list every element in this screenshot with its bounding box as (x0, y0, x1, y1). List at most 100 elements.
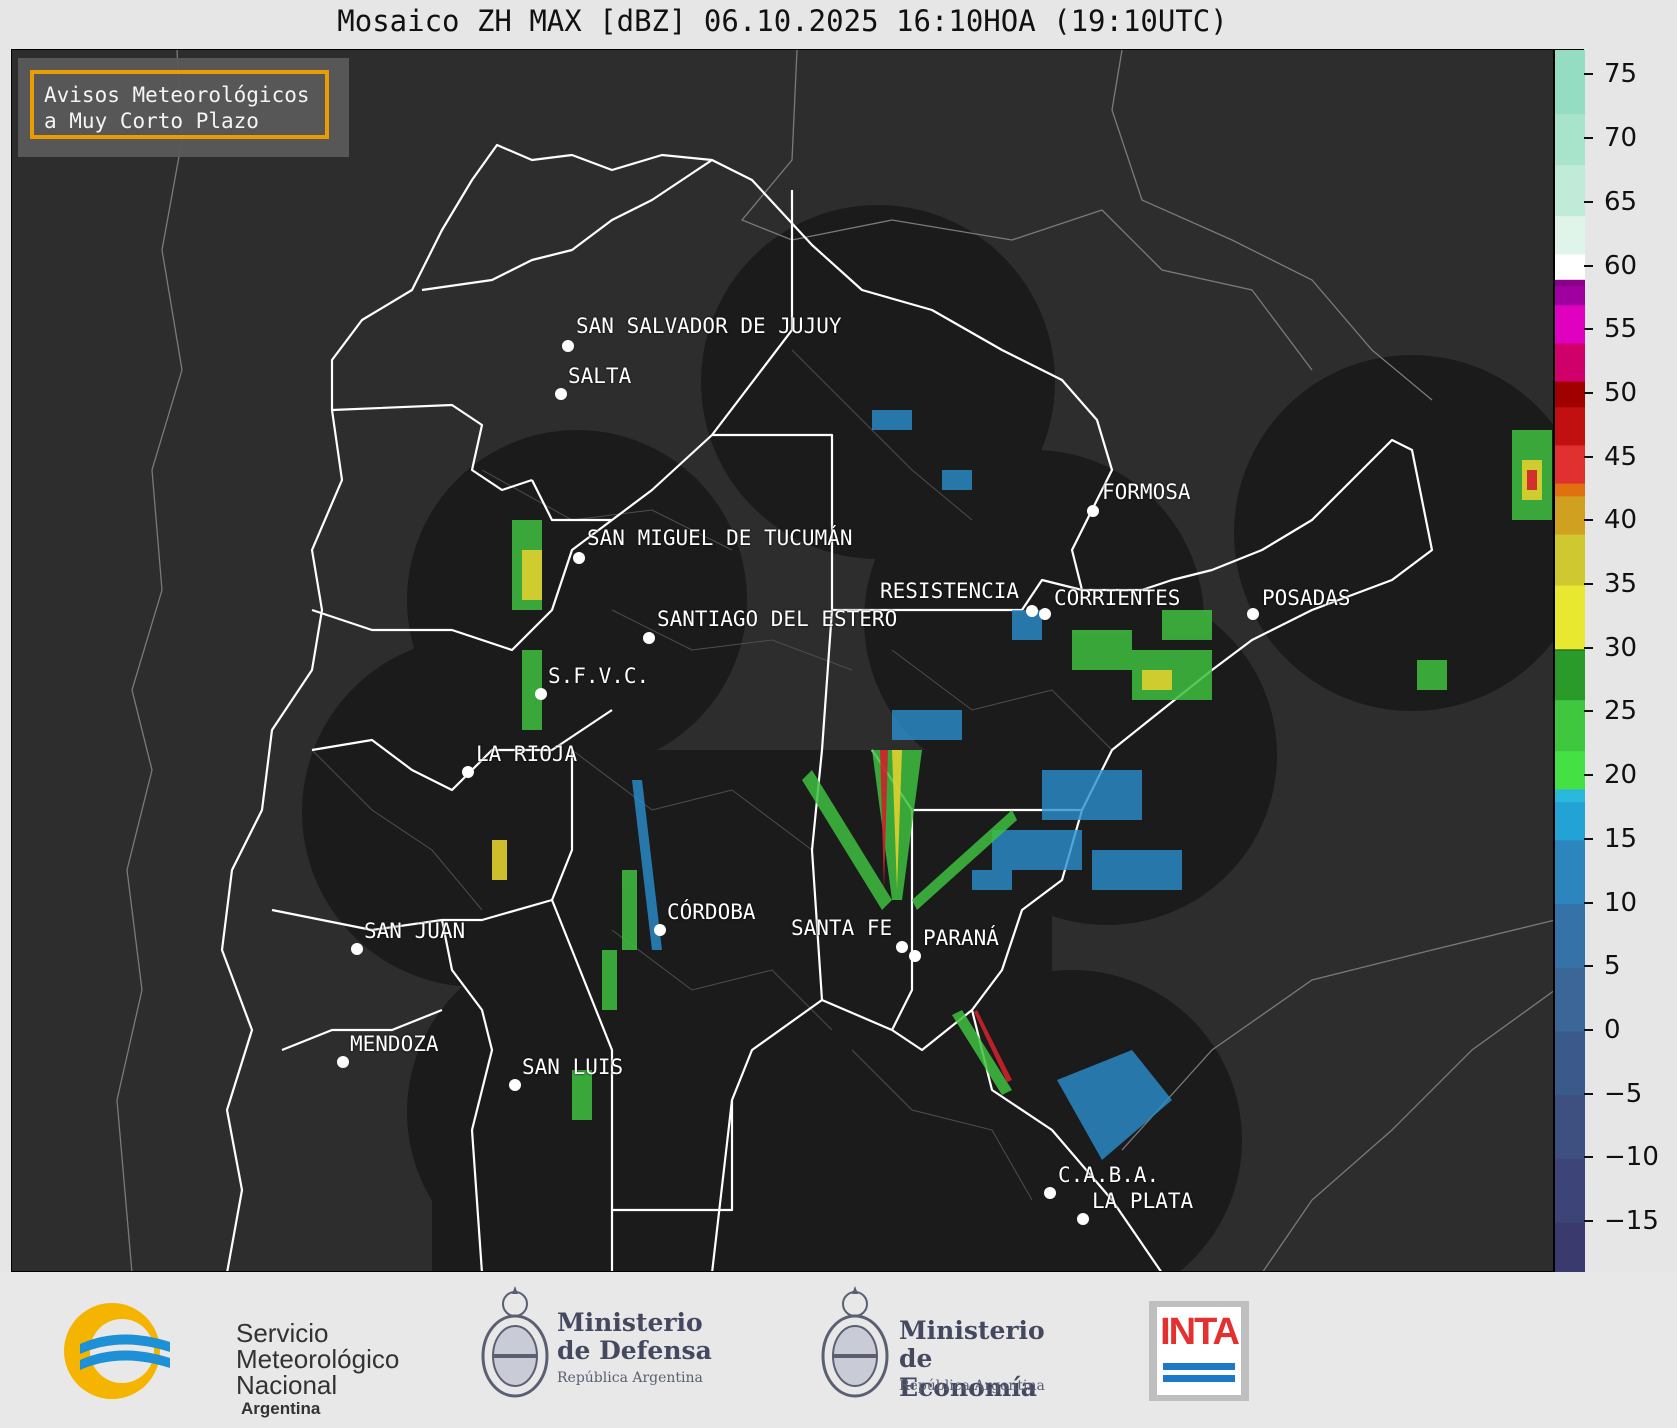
colorbar-band (1555, 650, 1585, 701)
city-marker[interactable] (535, 688, 547, 700)
defensa-line3: República Argentina (557, 1370, 703, 1386)
city-label-larioja[interactable]: LA RIOJA (476, 742, 577, 766)
city-label-laplata[interactable]: LA PLATA (1092, 1189, 1193, 1213)
colorbar-band (1555, 967, 1585, 1032)
notice-line1: Avisos Meteorológicos (44, 83, 310, 107)
colorbar-tick-mark (1584, 901, 1593, 904)
colorbar-tick-mark (1584, 1028, 1593, 1031)
colorbar-tick-mark (1584, 455, 1593, 458)
city-label-caba[interactable]: C.A.B.A. (1058, 1163, 1159, 1187)
footer: Servicio Meteorológico Nacional Argentin… (0, 1272, 1677, 1428)
city-marker[interactable] (1039, 608, 1051, 620)
city-label-posadas[interactable]: POSADAS (1262, 586, 1351, 610)
colorbar-tick-label: 15 (1604, 823, 1638, 854)
city-label-santiago[interactable]: SANTIAGO DEL ESTERO (657, 607, 897, 631)
chile-border-line (116, 50, 183, 1271)
colorbar-tick-label: 55 (1604, 314, 1638, 345)
colorbar-tick-label: −15 (1604, 1206, 1659, 1237)
city-label-mendoza[interactable]: MENDOZA (350, 1032, 439, 1056)
city-marker[interactable] (562, 340, 574, 352)
colorbar-band (1555, 699, 1585, 752)
colorbar-band (1555, 444, 1585, 484)
city-marker[interactable] (1026, 605, 1038, 617)
city-marker[interactable] (462, 766, 474, 778)
colorbar-band (1555, 1094, 1585, 1159)
paraguay-brazil-line (1111, 50, 1433, 401)
colorbar-band (1555, 381, 1585, 408)
colorbar-band (1555, 406, 1585, 446)
city-label-cordoba[interactable]: CÓRDOBA (667, 900, 756, 924)
colorbar-band (1555, 285, 1585, 306)
coat-of-arms-icon (481, 1286, 549, 1398)
city-marker[interactable] (643, 632, 655, 644)
colorbar-tick-label: 50 (1604, 377, 1638, 408)
colorbar-band (1555, 343, 1585, 382)
colorbar-band (1555, 534, 1585, 586)
colorbar-tick-label: −5 (1604, 1078, 1643, 1109)
colorbar-band (1555, 215, 1585, 255)
colorbar-tick-mark (1584, 391, 1593, 394)
colorbar-tick-label: 45 (1604, 441, 1638, 472)
radar-coverage-block (432, 1050, 632, 1271)
smn-logo[interactable]: Servicio Meteorológico Nacional Argentin… (60, 1296, 399, 1418)
city-marker[interactable] (555, 388, 567, 400)
city-marker[interactable] (1077, 1213, 1089, 1225)
colorbar-tick-mark (1584, 837, 1593, 840)
colorbar-tick-label: 25 (1604, 696, 1638, 727)
city-label-corrientes[interactable]: CORRIENTES (1054, 586, 1180, 610)
colorbar-band (1555, 483, 1585, 497)
city-label-santafe[interactable]: SANTA FE (791, 916, 892, 940)
city-label-sanluis[interactable]: SAN LUIS (522, 1055, 623, 1079)
city-marker[interactable] (896, 941, 908, 953)
colorbar-tick-mark (1584, 1220, 1593, 1223)
city-label-resistencia[interactable]: RESISTENCIA (880, 579, 1019, 603)
colorbar-tick-mark (1584, 328, 1593, 331)
city-label-jujuy[interactable]: SAN SALVADOR DE JUJUY (576, 314, 842, 338)
smn-line3: Nacional (236, 1370, 338, 1400)
colorbar-band (1555, 788, 1585, 803)
city-marker[interactable] (1247, 608, 1259, 620)
colorbar-tick-mark (1584, 73, 1593, 76)
colorbar-tick-label: 5 (1604, 951, 1621, 982)
city-label-catamarca[interactable]: S.F.V.C. (548, 664, 649, 688)
city-label-formosa[interactable]: FORMOSA (1102, 480, 1191, 504)
city-label-sanjuan[interactable]: SAN JUAN (364, 919, 465, 943)
city-marker[interactable] (1044, 1187, 1056, 1199)
colorbar-band (1555, 304, 1585, 344)
notice-frame: Avisos Meteorológicos a Muy Corto Plazo (30, 70, 329, 139)
colorbar-tick-label: 65 (1604, 186, 1638, 217)
colorbar-tick-label: 35 (1604, 569, 1638, 600)
colorbar-tick-mark (1584, 774, 1593, 777)
coat-of-arms-icon (821, 1286, 889, 1398)
colorbar-gradient (1555, 50, 1585, 1273)
colorbar-band (1555, 113, 1585, 166)
radar-map[interactable]: Avisos Meteorológicos a Muy Corto Plazo … (11, 49, 1554, 1272)
colorbar-band (1555, 495, 1585, 535)
defensa-logo[interactable]: Ministerio de Defensa República Argentin… (475, 1286, 715, 1411)
colorbar-tick-label: 70 (1604, 123, 1638, 154)
city-marker[interactable] (909, 950, 921, 962)
city-label-parana[interactable]: PARANÁ (923, 926, 999, 950)
city-marker[interactable] (573, 552, 585, 564)
city-marker[interactable] (509, 1079, 521, 1091)
colorbar-band (1555, 801, 1585, 841)
inta-logo[interactable]: INTA (1149, 1301, 1249, 1401)
colorbar-band (1555, 750, 1585, 790)
city-label-salta[interactable]: SALTA (568, 364, 631, 388)
colorbar-tick-mark (1584, 137, 1593, 140)
colorbar-tick-mark (1584, 264, 1593, 267)
colorbar-tick-mark (1584, 1156, 1593, 1159)
colorbar-tick-mark (1584, 1092, 1593, 1095)
economia-logo[interactable]: Ministerio de Economía República Argenti… (815, 1286, 1075, 1411)
map-canvas (116, 50, 1553, 1271)
defensa-line1: Ministerio (557, 1308, 703, 1337)
defensa-line2: de Defensa (557, 1336, 712, 1365)
city-marker[interactable] (654, 924, 666, 936)
colorbar-tick-label: 30 (1604, 632, 1638, 663)
city-marker[interactable] (1087, 505, 1099, 517)
city-marker[interactable] (337, 1056, 349, 1068)
city-marker[interactable] (351, 943, 363, 955)
city-label-tucuman[interactable]: SAN MIGUEL DE TUCUMÁN (587, 526, 853, 550)
colorbar-band (1555, 1030, 1585, 1096)
colorbar-tick-mark (1584, 200, 1593, 203)
